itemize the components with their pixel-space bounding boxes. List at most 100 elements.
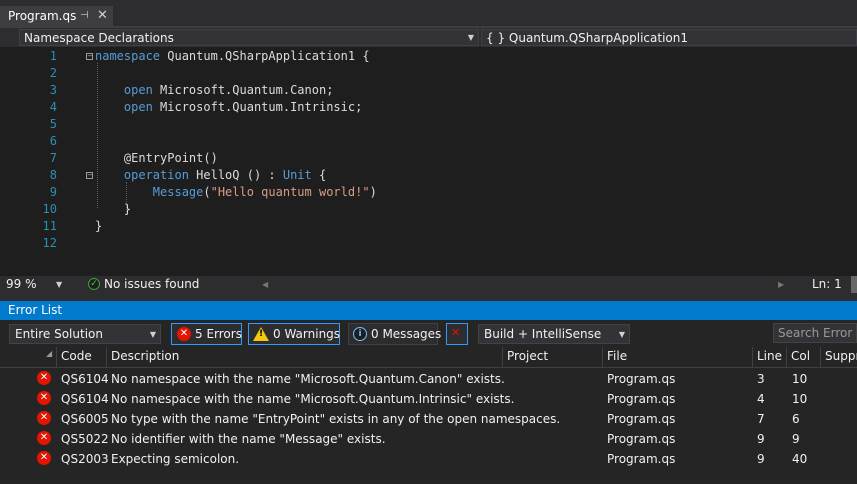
error-list-title-bar: Error List xyxy=(0,301,857,320)
code-token: ( xyxy=(203,185,211,199)
cell-line: 4 xyxy=(757,392,765,406)
column-header-suppression[interactable]: Suppr xyxy=(821,347,857,367)
table-row[interactable]: ✕ QS6104 No namespace with the name "Micro… xyxy=(0,389,857,409)
code-line[interactable]: 4 open Microsoft.Quantum.Intrinsic; xyxy=(0,99,857,116)
code-editor[interactable]: 1 namespace Quantum.QSharpApplication1 {2… xyxy=(0,47,857,276)
code-text: Message("Hello quantum world!") xyxy=(95,184,377,201)
line-number: 3 xyxy=(49,83,57,97)
table-row[interactable]: ✕ QS6104 No namespace with the name "Micro… xyxy=(0,369,857,389)
pin-icon[interactable]: ⊣ xyxy=(80,10,89,21)
cell-file: Program.qs xyxy=(607,432,676,446)
build-source-dropdown[interactable]: Build + IntelliSense ▼ xyxy=(478,324,630,344)
zoom-level: 99 % xyxy=(6,277,37,291)
code-line[interactable]: 1 namespace Quantum.QSharpApplication1 { xyxy=(0,48,857,65)
column-header-icon[interactable]: ◢ xyxy=(0,347,57,367)
line-number: 9 xyxy=(49,185,57,199)
indent-guide xyxy=(97,63,98,208)
document-tab-strip xyxy=(0,0,857,27)
namespace-dropdown[interactable]: Namespace Declarations ▼ xyxy=(19,29,479,46)
scope-dropdown[interactable]: Entire Solution ▼ xyxy=(9,324,161,344)
code-text: open Microsoft.Quantum.Intrinsic; xyxy=(95,99,362,116)
filter-button[interactable]: ✕ xyxy=(446,323,468,345)
table-row[interactable]: ✕ QS5022 No identifier with the name "Mess… xyxy=(0,429,857,449)
code-token: Microsoft.Quantum.Canon; xyxy=(152,83,334,97)
cell-file: Program.qs xyxy=(607,372,676,386)
column-header-description[interactable]: Description xyxy=(107,347,503,367)
member-dropdown[interactable]: { } Quantum.QSharpApplication1 xyxy=(481,29,857,46)
error-list-search-input[interactable]: Search Error Lis xyxy=(773,323,857,343)
line-number: 7 xyxy=(49,151,57,165)
code-line[interactable]: 8 operation HelloQ () : Unit { xyxy=(0,167,857,184)
line-indicator: Ln: 1 xyxy=(812,277,842,291)
code-line[interactable]: 9 Message("Hello quantum world!") xyxy=(0,184,857,201)
code-line[interactable]: 5 xyxy=(0,116,857,133)
line-number: 10 xyxy=(42,202,57,216)
messages-filter-button[interactable]: i 0 Messages xyxy=(348,323,441,345)
code-token: open xyxy=(95,100,153,114)
cell-line: 9 xyxy=(757,432,765,446)
cell-code: QS6005 xyxy=(61,412,109,426)
column-header-file-label: File xyxy=(607,349,628,363)
warnings-filter-button[interactable]: ! 0 Warnings xyxy=(248,323,340,345)
vertical-scrollbar[interactable] xyxy=(851,276,857,293)
cell-col: 10 xyxy=(792,392,808,406)
table-row[interactable]: ✕ QS6005 No type with the name "EntryPoint… xyxy=(0,409,857,429)
cell-file: Program.qs xyxy=(607,392,676,406)
zoom-dropdown[interactable]: 99 % ▼ xyxy=(4,276,64,293)
sort-icon: ◢ xyxy=(46,349,53,358)
code-line[interactable]: 6 xyxy=(0,133,857,150)
close-icon[interactable]: ✕ xyxy=(97,8,108,23)
errors-filter-button[interactable]: ✕ 5 Errors xyxy=(171,323,242,345)
errors-count-label: 5 Errors xyxy=(195,327,242,341)
code-token: HelloQ () : xyxy=(188,168,283,182)
line-number: 1 xyxy=(49,49,57,63)
pane-splitter[interactable] xyxy=(0,293,857,301)
navigation-bar: Namespace Declarations ▼ { } Quantum.QSh… xyxy=(0,28,857,47)
cell-line: 9 xyxy=(757,452,765,466)
code-line[interactable]: 7 @EntryPoint() xyxy=(0,150,857,167)
cell-code: QS5022 xyxy=(61,432,109,446)
code-token: open xyxy=(95,83,153,97)
code-text: @EntryPoint() xyxy=(95,150,218,167)
cell-description: No namespace with the name "Microsoft.Qu… xyxy=(111,392,515,406)
table-row[interactable]: ✕ QS2003 Expecting semicolon. Program.qs 9 40 xyxy=(0,449,857,469)
fold-toggle-icon[interactable]: − xyxy=(86,172,93,179)
cell-description: No namespace with the name "Microsoft.Qu… xyxy=(111,372,505,386)
member-dropdown-label: { } Quantum.QSharpApplication1 xyxy=(486,31,688,45)
chevron-down-icon: ▼ xyxy=(56,280,63,289)
code-line[interactable]: 11} xyxy=(0,218,857,235)
code-text: } xyxy=(95,218,102,235)
column-header-line-label: Line xyxy=(757,349,783,363)
column-header-line[interactable]: Line xyxy=(753,347,787,367)
column-header-col[interactable]: Col xyxy=(787,347,821,367)
code-token: Quantum.QSharpApplication1 { xyxy=(160,49,370,63)
fold-toggle-icon[interactable]: − xyxy=(86,53,93,60)
chevron-down-icon: ▼ xyxy=(149,330,156,339)
warning-icon: ! xyxy=(253,327,269,341)
column-header-code[interactable]: Code xyxy=(57,347,107,367)
column-header-project[interactable]: Project xyxy=(503,347,603,367)
namespace-dropdown-label: Namespace Declarations xyxy=(24,31,174,45)
build-source-label: Build + IntelliSense xyxy=(484,327,602,341)
code-token: operation xyxy=(95,168,189,182)
scroll-left-icon[interactable]: ◀ xyxy=(262,280,268,289)
code-line[interactable]: 3 open Microsoft.Quantum.Canon; xyxy=(0,82,857,99)
code-text: namespace Quantum.QSharpApplication1 { xyxy=(95,48,370,65)
error-icon: ✕ xyxy=(37,451,51,465)
search-placeholder: Search Error Lis xyxy=(778,326,857,340)
code-token: namespace xyxy=(95,49,161,63)
code-line[interactable]: 10 } xyxy=(0,201,857,218)
code-token: "Hello quantum world!" xyxy=(210,185,370,199)
header-divider xyxy=(0,367,857,368)
cell-code: QS6104 xyxy=(61,392,109,406)
tab-program-qs[interactable]: Program.qs ⊣ ✕ xyxy=(0,6,113,27)
cell-description: Expecting semicolon. xyxy=(111,452,240,466)
code-line[interactable]: 12 xyxy=(0,235,857,252)
code-line[interactable]: 2 xyxy=(0,65,857,82)
code-token: { xyxy=(311,168,327,182)
error-icon: ✕ xyxy=(177,327,191,341)
scroll-right-icon[interactable]: ▶ xyxy=(778,280,784,289)
cell-file: Program.qs xyxy=(607,412,676,426)
column-header-file[interactable]: File xyxy=(603,347,753,367)
warnings-count-label: 0 Warnings xyxy=(273,327,341,341)
